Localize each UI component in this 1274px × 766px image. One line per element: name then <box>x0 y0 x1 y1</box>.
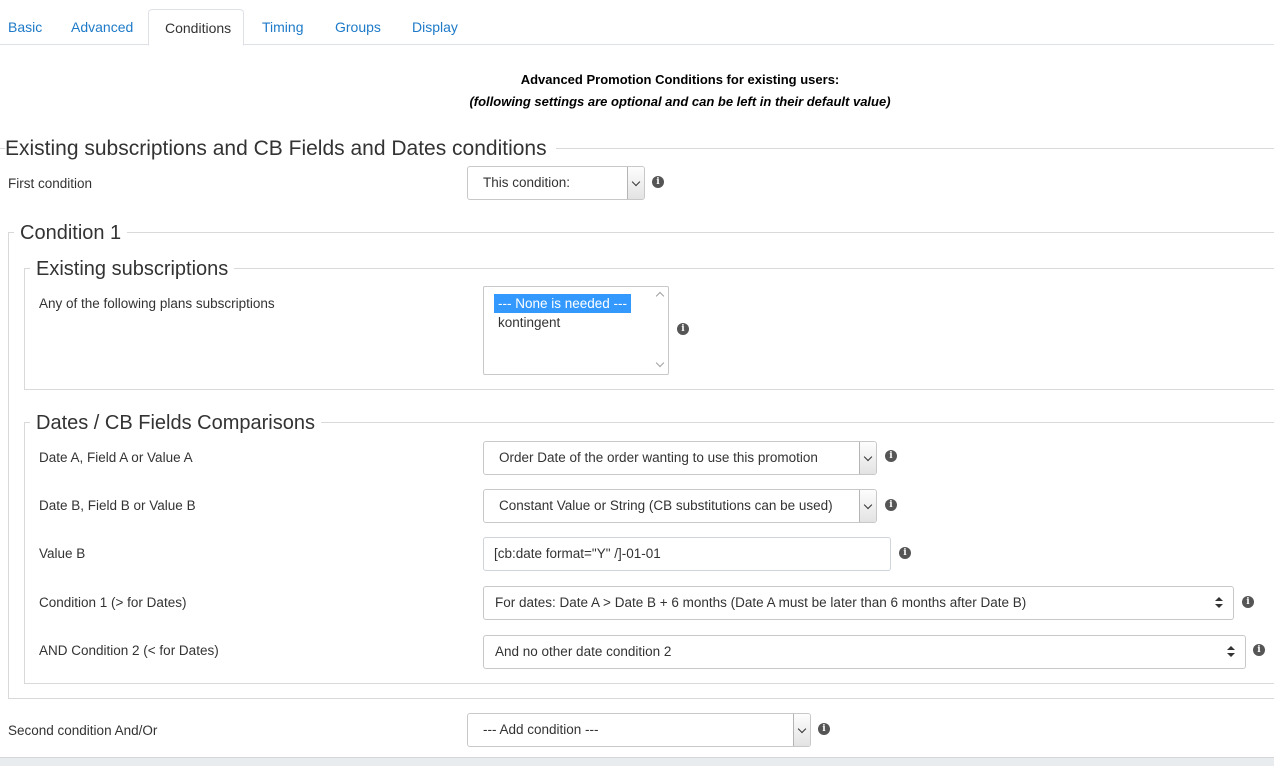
first-condition-label: First condition <box>8 176 93 191</box>
date-b-select[interactable]: Constant Value or String (CB substitutio… <box>483 489 877 523</box>
intro-text: Advanced Promotion Conditions for existi… <box>0 69 1274 113</box>
intro-subtitle: (following settings are optional and can… <box>469 94 891 109</box>
bottom-bar <box>0 757 1274 766</box>
date-b-label: Date B, Field B or Value B <box>39 498 196 513</box>
cond1-label: Condition 1 (> for Dates) <box>39 595 187 610</box>
plans-option-kontingent[interactable]: kontingent <box>494 313 564 332</box>
value-b-text: [cb:date format="Y" /]-01-01 <box>494 546 661 561</box>
second-condition-label: Second condition And/Or <box>8 723 158 738</box>
second-condition-select[interactable]: --- Add condition --- <box>467 713 811 747</box>
tab-advanced[interactable]: Advanced <box>55 9 149 46</box>
date-a-select[interactable]: Order Date of the order wanting to use t… <box>483 441 877 475</box>
listbox-scrollbar[interactable] <box>654 289 666 372</box>
section-title-main: Existing subscriptions and CB Fields and… <box>5 135 556 162</box>
cond2-select[interactable]: And no other date condition 2 <box>483 635 1246 669</box>
value-b-input[interactable]: [cb:date format="Y" /]-01-01 <box>483 537 891 571</box>
first-condition-value: This condition: <box>483 175 571 190</box>
info-icon: i <box>677 323 689 335</box>
date-b-value: Constant Value or String (CB substitutio… <box>499 498 833 513</box>
tab-timing[interactable]: Timing <box>246 9 320 46</box>
sort-arrows-icon <box>1227 646 1235 658</box>
chevron-down-icon[interactable] <box>655 358 665 368</box>
chevron-down-icon <box>859 490 876 522</box>
info-icon: i <box>885 499 897 511</box>
dates-title: Dates / CB Fields Comparisons <box>30 410 321 436</box>
plans-label: Any of the following plans subscriptions <box>39 296 275 311</box>
tab-basic[interactable]: Basic <box>0 9 58 46</box>
info-icon: i <box>652 176 664 188</box>
first-condition-select[interactable]: This condition: <box>467 166 645 200</box>
date-a-label: Date A, Field A or Value A <box>39 450 193 465</box>
info-icon: i <box>1253 644 1265 656</box>
date-a-value: Order Date of the order wanting to use t… <box>499 450 818 465</box>
chevron-down-icon <box>859 442 876 474</box>
value-b-label: Value B <box>39 546 86 561</box>
plans-listbox[interactable]: --- None is needed --- kontingent <box>483 286 669 375</box>
cond1-select[interactable]: For dates: Date A > Date B + 6 months (D… <box>483 586 1234 620</box>
plans-option-none[interactable]: --- None is needed --- <box>494 294 632 313</box>
chevron-down-icon <box>627 167 644 199</box>
intro-title: Advanced Promotion Conditions for existi… <box>520 72 840 87</box>
tab-display[interactable]: Display <box>396 9 474 46</box>
chevron-up-icon[interactable] <box>655 291 665 301</box>
cond2-label: AND Condition 2 (< for Dates) <box>39 643 219 658</box>
tab-groups[interactable]: Groups <box>319 9 397 46</box>
existing-subscriptions-title: Existing subscriptions <box>30 256 235 282</box>
info-icon: i <box>818 723 830 735</box>
condition1-title: Condition 1 <box>14 220 128 246</box>
info-icon: i <box>899 547 911 559</box>
tab-conditions[interactable]: Conditions <box>148 9 244 46</box>
second-condition-value: --- Add condition --- <box>483 722 599 737</box>
tab-bar: Basic Advanced Conditions Timing Groups … <box>0 0 1274 46</box>
info-icon: i <box>1242 596 1254 608</box>
info-icon: i <box>885 450 897 462</box>
cond1-value: For dates: Date A > Date B + 6 months (D… <box>495 595 1027 610</box>
sort-arrows-icon <box>1215 597 1223 609</box>
cond2-value: And no other date condition 2 <box>495 644 672 659</box>
chevron-down-icon <box>793 714 810 746</box>
